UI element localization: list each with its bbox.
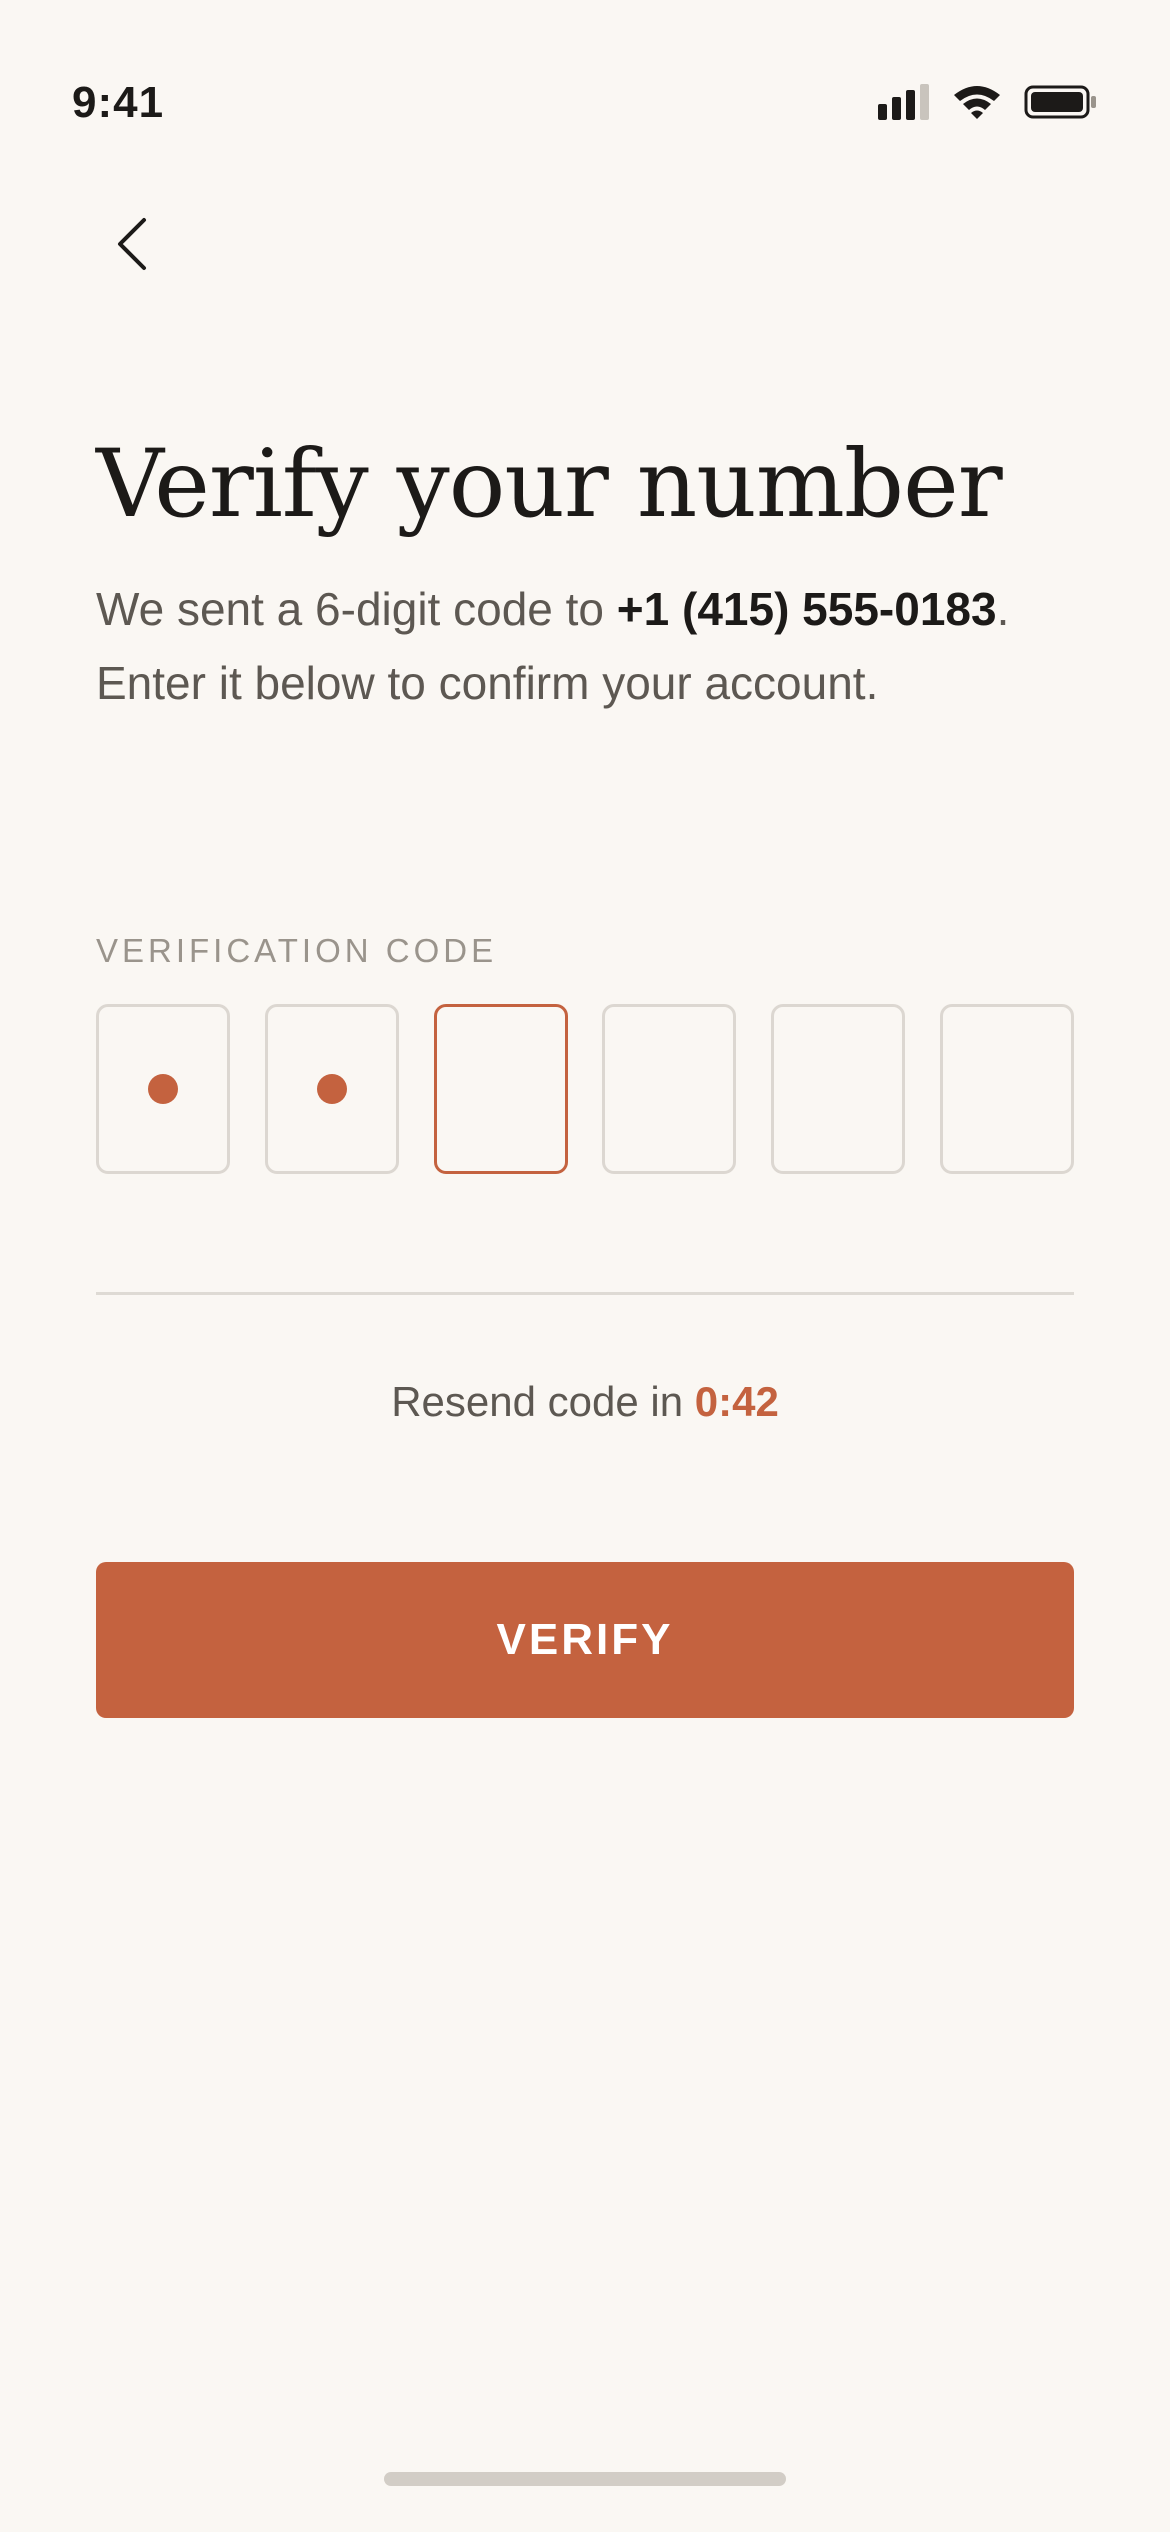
resend-code-text: Resend code in 0:42 [0, 1378, 1170, 1426]
masked-digit-dot [148, 1074, 178, 1104]
masked-digit-dot [316, 1074, 347, 1104]
wifi-icon [952, 84, 1002, 120]
chevron-left-icon [114, 216, 150, 277]
verify-button[interactable]: VERIFY [96, 1562, 1074, 1718]
code-digit-box-6[interactable] [939, 1004, 1074, 1174]
code-digit-box-5[interactable] [771, 1004, 906, 1174]
code-digit-box-4[interactable] [602, 1004, 737, 1174]
verification-code-input [96, 1004, 1074, 1174]
status-bar: 9:41 [0, 0, 1170, 180]
cellular-signal-icon [878, 84, 930, 120]
subtitle-text-before: We sent a 6-digit code to [96, 583, 617, 635]
resend-prefix: Resend code in [391, 1378, 695, 1425]
back-button[interactable] [96, 206, 168, 286]
code-digit-box-1[interactable] [96, 1004, 230, 1174]
status-time: 9:41 [72, 78, 165, 127]
subtitle: We sent a 6-digit code to +1 (415) 555-0… [96, 572, 1016, 720]
code-digit-box-3[interactable] [433, 1004, 568, 1174]
home-indicator [384, 2472, 786, 2486]
code-digit-box-2[interactable] [264, 1004, 399, 1174]
resend-timer: 0:42 [694, 1378, 779, 1425]
status-icons [878, 82, 1098, 122]
phone-number: +1 (415) 555-0183 [616, 583, 997, 635]
battery-icon [1024, 84, 1098, 120]
verification-code-label: VERIFICATION CODE [96, 932, 498, 969]
divider [96, 1292, 1074, 1295]
page-title: Verify your number [96, 430, 1003, 539]
